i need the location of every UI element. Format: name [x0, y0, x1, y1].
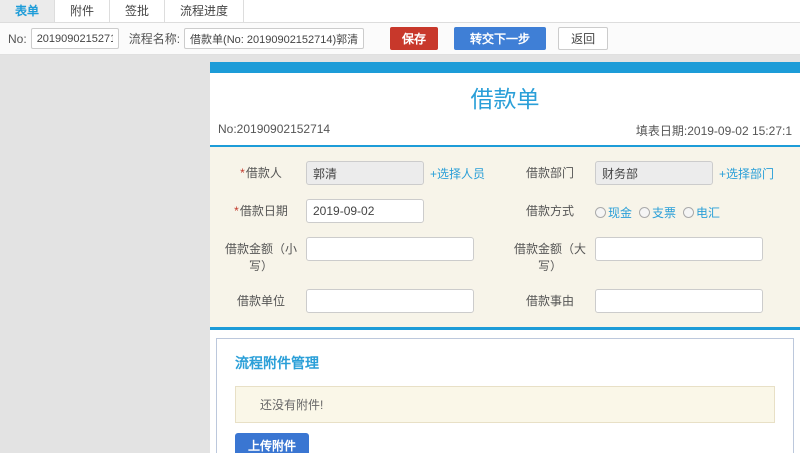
radio-icon	[683, 207, 695, 218]
field-borrower: *借款人 +选择人员	[216, 160, 505, 185]
radio-cheque[interactable]: 支票	[639, 204, 676, 221]
next-step-button[interactable]: 转交下一步	[454, 27, 547, 50]
radio-icon	[595, 207, 606, 218]
radio-wire[interactable]: 电汇	[683, 204, 720, 221]
process-name-input[interactable]	[184, 28, 365, 49]
field-loan-date: *借款日期	[216, 198, 505, 223]
tab-attachments[interactable]: 附件	[55, 0, 111, 22]
field-loan-method: 借款方式 现金 支票 电汇	[505, 198, 794, 223]
radio-cash[interactable]: 现金	[595, 204, 632, 221]
loan-unit-input[interactable]	[306, 289, 474, 313]
tab-bar: 表单 附件 签批 流程进度	[0, 0, 800, 23]
tab-form[interactable]: 表单	[0, 0, 56, 22]
field-loan-unit: 借款单位	[216, 288, 505, 313]
page-title: 借款单	[470, 86, 540, 112]
upload-attachment-button[interactable]: 上传附件	[235, 433, 310, 453]
doc-meta-row: No:20190902152714 填表日期:2019-09-02 15:27:…	[210, 119, 800, 147]
tab-approval[interactable]: 签批	[110, 0, 166, 22]
required-asterisk: *	[240, 166, 245, 180]
amount-upper-label: 借款金额（大写）	[513, 242, 586, 273]
save-button[interactable]: 保存	[390, 27, 439, 50]
loan-unit-label: 借款单位	[236, 294, 285, 308]
amount-lower-label: 借款金额（小写）	[224, 242, 297, 273]
loan-date-label: *借款日期	[234, 204, 288, 218]
loan-reason-input[interactable]	[595, 289, 763, 313]
department-input[interactable]	[595, 161, 713, 185]
attachments-panel: 流程附件管理 还没有附件! 上传附件	[216, 338, 794, 453]
no-attachments-message: 还没有附件!	[235, 386, 775, 423]
loan-form-panel: 借款单 No:20190902152714 填表日期:2019-09-02 15…	[210, 62, 800, 453]
select-person-link[interactable]: +选择人员	[430, 165, 485, 182]
process-name-label: 流程名称:	[128, 32, 181, 46]
loan-method-label: 借款方式	[525, 204, 574, 218]
no-label: No:	[8, 31, 27, 46]
field-amount-upper: 借款金额（大写）	[505, 236, 794, 275]
tab-progress[interactable]: 流程进度	[165, 0, 245, 22]
field-loan-reason: 借款事由	[505, 288, 794, 313]
attachments-heading: 流程附件管理	[235, 355, 319, 371]
select-department-link[interactable]: +选择部门	[719, 165, 774, 182]
radio-icon	[639, 207, 651, 218]
panel-accent-bar	[210, 62, 800, 73]
action-toolbar: No: 流程名称: 保存 转交下一步 返回	[0, 23, 800, 55]
amount-lower-input[interactable]	[306, 237, 474, 261]
amount-upper-input[interactable]	[595, 237, 763, 261]
field-amount-lower: 借款金额（小写）	[216, 236, 505, 275]
field-department: 借款部门 +选择部门	[505, 160, 794, 185]
loan-reason-label: 借款事由	[525, 294, 574, 308]
doc-number: No:20190902152714	[218, 122, 331, 136]
back-button[interactable]: 返回	[558, 27, 609, 50]
department-label: 借款部门	[525, 166, 574, 180]
fill-date: 填表日期:2019-09-02 15:27:1	[635, 124, 792, 138]
borrower-input[interactable]	[306, 161, 424, 185]
loan-form-fields: *借款人 +选择人员 借款部门 +选择部门 *借款日期 借款方式	[210, 147, 800, 330]
required-asterisk: *	[234, 204, 239, 218]
loan-date-input[interactable]	[306, 199, 424, 223]
no-input[interactable]	[30, 28, 119, 49]
borrower-label: *借款人	[240, 166, 282, 180]
